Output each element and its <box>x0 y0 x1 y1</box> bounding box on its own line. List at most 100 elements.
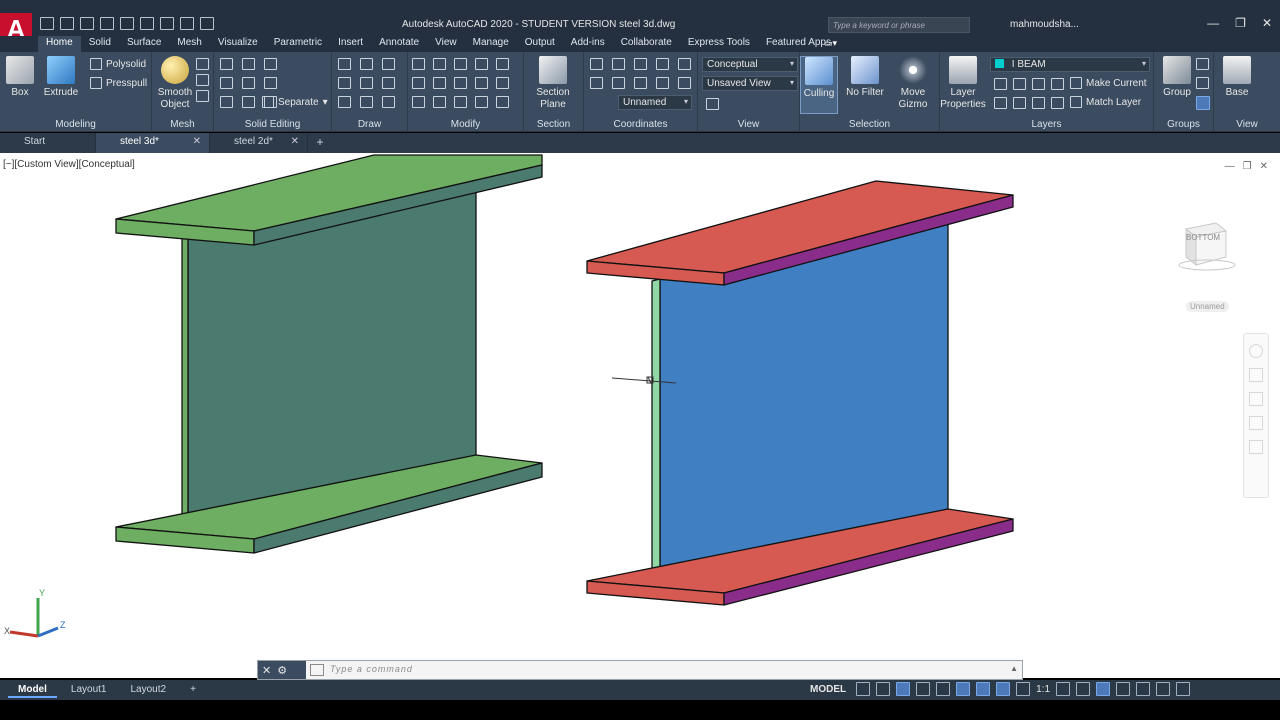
interfere-icon[interactable] <box>242 96 255 108</box>
object-snap-icon[interactable] <box>976 682 991 696</box>
layer-thaw-icon[interactable] <box>1032 97 1045 109</box>
minimize-icon[interactable]: — <box>1207 16 1219 30</box>
slice-icon[interactable] <box>264 77 277 89</box>
group-selection-icon[interactable] <box>1196 96 1210 110</box>
close-icon[interactable]: ✕ <box>262 664 271 677</box>
clean-screen-icon[interactable] <box>1156 682 1171 696</box>
tab-addins[interactable]: Add-ins <box>563 36 613 52</box>
add-layout-button[interactable]: + <box>180 683 206 698</box>
left-i-beam[interactable] <box>115 154 543 554</box>
showmotion-icon[interactable] <box>1249 440 1263 454</box>
close-tab-icon[interactable]: ✕ <box>193 136 201 147</box>
pan-icon[interactable] <box>454 58 467 70</box>
tab-home[interactable]: Home <box>38 36 81 52</box>
recent-commands-icon[interactable] <box>310 664 324 676</box>
panel-title-layers[interactable]: Layers <box>940 119 1153 130</box>
panel-title-draw[interactable]: Draw <box>332 119 407 130</box>
panel-title-view-base[interactable]: View <box>1214 119 1280 130</box>
auto-scale-icon[interactable] <box>1016 682 1031 696</box>
circle-icon[interactable] <box>382 77 395 89</box>
scale-icon[interactable] <box>454 96 467 108</box>
union-icon[interactable] <box>220 58 233 70</box>
extrude-button[interactable]: Extrude <box>38 56 84 99</box>
arc-icon[interactable] <box>382 58 395 70</box>
new-file-icon[interactable] <box>40 17 54 30</box>
grid-icon[interactable] <box>856 682 871 696</box>
panel-title-solid-editing[interactable]: Solid Editing <box>214 119 331 130</box>
separate-button[interactable]: Separate ▾ <box>262 96 328 108</box>
section-plane-button[interactable]: Section Plane <box>530 56 576 111</box>
ucs-3point-icon[interactable] <box>678 58 691 70</box>
presspull-button[interactable]: Presspull <box>90 77 147 89</box>
annotation-monitor-icon[interactable] <box>1076 682 1091 696</box>
rotate-icon[interactable] <box>454 77 467 89</box>
layer-unlock-icon[interactable] <box>1051 97 1064 109</box>
explode-icon[interactable] <box>496 96 509 108</box>
user-account-button[interactable]: mahmoudsha... <box>1010 19 1079 30</box>
layer-lock-icon[interactable] <box>1051 78 1064 90</box>
group-button[interactable]: Group <box>1154 56 1200 99</box>
chevron-up-icon[interactable]: ▲ <box>1010 664 1018 673</box>
layout-tab-model[interactable]: Model <box>8 683 57 698</box>
box-button[interactable]: Box <box>0 56 43 99</box>
panel-title-groups[interactable]: Groups <box>1154 119 1213 130</box>
layout-tab-layout2[interactable]: Layout2 <box>120 683 176 698</box>
units-icon[interactable] <box>1096 682 1111 696</box>
tab-visualize[interactable]: Visualize <box>210 36 266 52</box>
no-filter-button[interactable]: No Filter <box>842 56 888 99</box>
new-tab-button[interactable]: + <box>308 133 332 153</box>
tab-insert[interactable]: Insert <box>330 36 371 52</box>
isodraft-icon[interactable] <box>936 682 951 696</box>
rectangle-icon[interactable] <box>360 96 373 108</box>
panel-title-modeling[interactable]: Modeling <box>0 119 151 130</box>
subtract-icon[interactable] <box>242 58 255 70</box>
layer-isolate-icon[interactable] <box>1013 78 1026 90</box>
ucs-name-select[interactable]: Unnamed ▾ <box>618 95 692 110</box>
tab-output[interactable]: Output <box>517 36 563 52</box>
layer-off-icon[interactable] <box>994 78 1007 90</box>
command-line-handle[interactable]: ✕ ⚙ <box>258 661 306 679</box>
ucs-view-icon[interactable] <box>590 77 603 89</box>
save-as-icon[interactable] <box>100 17 114 30</box>
panel-title-section[interactable]: Section <box>524 119 583 130</box>
ucs-x-icon[interactable] <box>612 77 625 89</box>
layer-unisolate-icon[interactable] <box>1013 97 1026 109</box>
culling-button[interactable]: Culling <box>800 56 838 114</box>
ucs-object-icon[interactable] <box>678 77 691 89</box>
undo-icon[interactable] <box>180 17 194 30</box>
close-tab-icon[interactable]: ✕ <box>291 136 299 147</box>
mesh-smooth-more-icon[interactable] <box>196 58 209 70</box>
copy-icon[interactable] <box>412 77 425 89</box>
panel-title-view[interactable]: View <box>698 119 799 130</box>
tab-manage[interactable]: Manage <box>465 36 517 52</box>
tab-collaborate[interactable]: Collaborate <box>613 36 680 52</box>
panel-title-mesh[interactable]: Mesh <box>152 119 213 130</box>
ribbon-minimize-icon[interactable]: ▭▾ <box>824 38 842 48</box>
tab-annotate[interactable]: Annotate <box>371 36 427 52</box>
ucs-y-icon[interactable] <box>634 77 647 89</box>
workspace-gear-icon[interactable] <box>1056 682 1071 696</box>
polyline-icon[interactable] <box>360 58 373 70</box>
steering-wheel-icon[interactable] <box>1249 344 1263 358</box>
restore-icon[interactable]: ❐ <box>1235 16 1246 30</box>
model-space-toggle[interactable]: MODEL <box>810 684 846 695</box>
panel-title-selection[interactable]: Selection <box>800 119 939 130</box>
command-input[interactable]: Type a command <box>330 664 413 674</box>
fillet-icon[interactable] <box>496 77 509 89</box>
viewcube[interactable]: BOTTOM <box>1176 215 1238 275</box>
customize-icon[interactable]: ⚙ <box>277 664 287 677</box>
polysolid-button[interactable]: Polysolid <box>90 58 146 70</box>
file-tab-start[interactable]: Start <box>0 133 96 153</box>
3d-mirror-icon[interactable] <box>433 96 446 108</box>
mesh-refine-icon[interactable] <box>196 90 209 102</box>
offset-icon[interactable] <box>475 96 488 108</box>
tab-surface[interactable]: Surface <box>119 36 169 52</box>
file-tab-steel-3d[interactable]: steel 3d* ✕ <box>96 133 210 153</box>
drawing-viewport[interactable]: [−][Custom View][Conceptual] — ❐ ✕ BOTTO… <box>0 153 1280 678</box>
ucs-z-icon[interactable] <box>656 77 669 89</box>
thicken-icon[interactable] <box>220 96 233 108</box>
layer-select[interactable]: I BEAM ▾ <box>990 57 1150 72</box>
visual-style-select[interactable]: Conceptual ▾ <box>702 57 798 72</box>
group-edit-icon[interactable] <box>1196 77 1209 89</box>
panel-title-coordinates[interactable]: Coordinates <box>584 119 697 130</box>
